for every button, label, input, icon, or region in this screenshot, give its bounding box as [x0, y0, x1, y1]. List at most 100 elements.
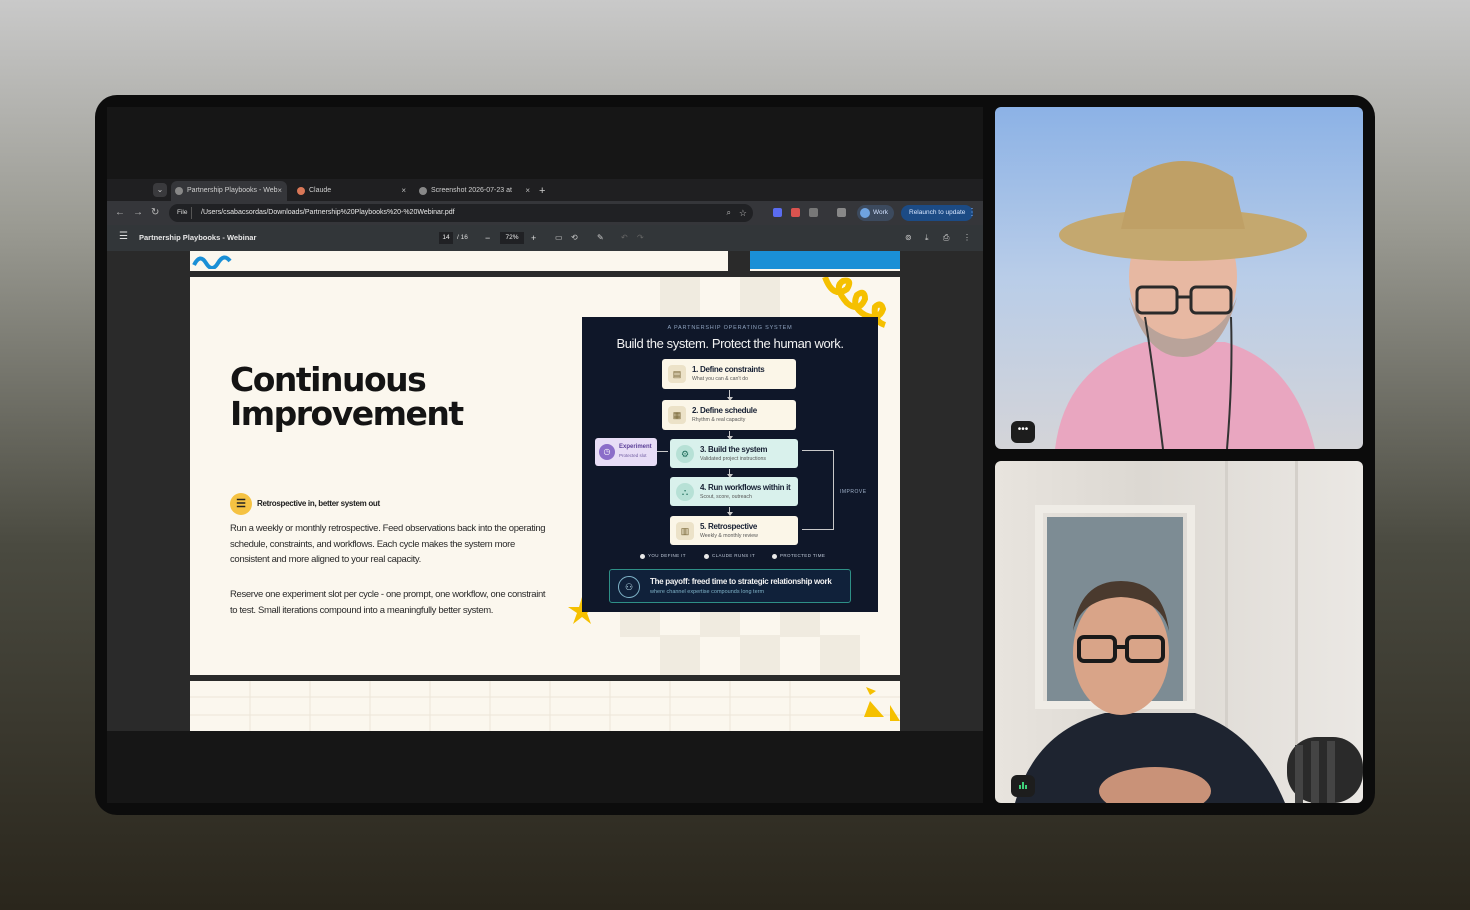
- forward-arrow-icon[interactable]: →: [133, 205, 143, 221]
- flow-arrow: [726, 431, 733, 440]
- participant-1-figure: [1055, 161, 1315, 449]
- redo-icon[interactable]: ↷: [637, 225, 644, 251]
- retrospective-icon: ☰: [230, 493, 252, 515]
- people-icon: ⚇: [618, 576, 640, 598]
- extension-icon[interactable]: [791, 208, 800, 217]
- new-tab-button[interactable]: +: [539, 181, 545, 201]
- more-actions-icon[interactable]: ⋮: [963, 225, 971, 251]
- close-icon[interactable]: ×: [401, 181, 406, 201]
- step-run-workflows: ⛬ 4. Run workflows within it Scout, scor…: [670, 477, 798, 506]
- yellow-triangle-icon: [866, 687, 876, 695]
- zoom-magnifier-icon[interactable]: ⌕: [727, 204, 731, 222]
- heading-line-2: Improvement: [230, 394, 464, 433]
- calendar-icon: ▦: [668, 406, 686, 424]
- previous-page: [190, 251, 900, 271]
- paragraph-2: Reserve one experiment slot per cycle - …: [230, 589, 546, 616]
- annotate-pen-icon[interactable]: ✎: [597, 225, 604, 251]
- browser-tab-strip: ⌄ Partnership Playbooks - Web × Claude ×…: [107, 179, 983, 201]
- step-subtitle: What you can & can't do: [692, 376, 749, 382]
- gear-icon: ⚙: [676, 445, 694, 463]
- step-subtitle: Rhythm & real capacity: [692, 417, 746, 423]
- step-subtitle: Weekly & monthly review: [700, 533, 758, 539]
- clock-icon: ◷: [599, 444, 615, 460]
- experiment-connector: [657, 451, 668, 452]
- close-icon[interactable]: ×: [277, 181, 282, 201]
- tab-claude[interactable]: Claude ×: [293, 181, 411, 201]
- tab-search-dropdown-icon[interactable]: ⌄: [153, 183, 167, 197]
- experiment-subtitle: Protected slot: [619, 453, 647, 458]
- undo-icon[interactable]: ↶: [621, 225, 628, 251]
- workflow-icon: ⛬: [676, 483, 694, 501]
- close-icon[interactable]: ×: [525, 181, 530, 201]
- step-title: 3. Build the system: [700, 445, 768, 454]
- step-define-schedule: ▦ 2. Define schedule Rhythm & real capac…: [662, 400, 796, 430]
- participant-video-1[interactable]: •••: [995, 107, 1363, 449]
- hamburger-menu-icon[interactable]: ☰: [119, 231, 128, 242]
- claude-icon: [297, 187, 305, 195]
- browser-toolbar: ← → ↻ File /Users/csabacsordas/Downloads…: [107, 201, 983, 225]
- bookmark-star-icon[interactable]: ☆: [739, 204, 747, 222]
- tab-groups-icon[interactable]: [837, 208, 846, 217]
- download-icon[interactable]: ⤓: [925, 225, 929, 251]
- step-subtitle: Scout, score, outreach: [700, 494, 752, 500]
- participant-video-2[interactable]: [995, 461, 1363, 803]
- tab-screenshot[interactable]: Screenshot 2026-07-23 at ×: [415, 181, 535, 201]
- fit-page-icon[interactable]: ▭: [555, 225, 563, 251]
- blue-block: [750, 251, 900, 269]
- relaunch-button[interactable]: Relaunch to update: [901, 205, 974, 221]
- microphone-icon: [1287, 737, 1363, 803]
- squiggle-icon: [192, 255, 232, 269]
- step-title: 4. Run workflows within it: [700, 483, 791, 492]
- pdf-page-14: Continuous Improvement ☰ Retrospective i…: [190, 277, 900, 675]
- save-annotations-icon[interactable]: ⊚: [905, 225, 912, 251]
- tab-partnership-playbooks[interactable]: Partnership Playbooks - Web ×: [171, 181, 287, 201]
- page-number-input[interactable]: 14: [439, 232, 453, 244]
- audio-level-icon: [1011, 775, 1035, 797]
- payoff-box: ⚇ The payoff: freed time to strategic re…: [609, 569, 851, 603]
- profile-button[interactable]: Work: [857, 205, 895, 221]
- legend-protected-time: PROTECTED TIME: [772, 551, 825, 561]
- rotate-icon[interactable]: ⟲: [571, 225, 578, 251]
- zoom-out-button[interactable]: −: [485, 225, 490, 251]
- next-page: [190, 681, 900, 731]
- flow-arrow: [726, 507, 733, 516]
- pdf-title: Partnership Playbooks - Webinar: [139, 233, 257, 242]
- paragraph-1: Run a weekly or monthly retrospective. F…: [230, 523, 546, 566]
- improve-loop-line: [802, 450, 834, 530]
- globe-icon: [175, 187, 183, 195]
- section-title: Retrospective in, better system out: [257, 499, 380, 508]
- step-subtitle: Validated project instructions: [700, 456, 766, 462]
- share-letterbox-top: [107, 107, 983, 179]
- yellow-triangle-icon: [864, 701, 884, 717]
- url-text[interactable]: /Users/csabacsordas/Downloads/Partnershi…: [201, 204, 455, 222]
- participant-2-figure: [1015, 461, 1363, 803]
- screen-share: ⌄ Partnership Playbooks - Web × Claude ×…: [107, 107, 983, 803]
- legend-you-define: YOU DEFINE IT: [640, 551, 686, 561]
- legend-claude-runs: CLAUDE RUNS IT: [704, 551, 755, 561]
- extensions-puzzle-icon[interactable]: [809, 208, 818, 217]
- profile-avatar-icon: [860, 208, 870, 218]
- grid-background: [190, 681, 900, 731]
- back-arrow-icon[interactable]: ←: [115, 205, 125, 221]
- globe-icon: [419, 187, 427, 195]
- diagram-kicker: A PARTNERSHIP OPERATING SYSTEM: [667, 325, 793, 331]
- page-gap: [728, 251, 750, 271]
- step-build-system: ⚙ 3. Build the system Validated project …: [670, 439, 798, 468]
- zoom-input[interactable]: 72%: [500, 232, 524, 244]
- file-chip: File: [173, 207, 193, 219]
- bar-chart-icon: ▥: [676, 522, 694, 540]
- step-title: 5. Retrospective: [700, 522, 758, 531]
- operating-system-diagram: A PARTNERSHIP OPERATING SYSTEM Build the…: [582, 317, 878, 612]
- menu-dots-icon[interactable]: ⋮: [967, 205, 977, 221]
- payoff-subtitle: where channel expertise compounds long t…: [650, 589, 765, 595]
- payoff-title: The payoff: freed time to strategic rela…: [650, 577, 832, 586]
- step-title: 2. Define schedule: [692, 406, 757, 415]
- reload-icon[interactable]: ↻: [151, 205, 159, 221]
- print-icon[interactable]: ⎙: [943, 225, 949, 251]
- extension-icon[interactable]: [773, 208, 782, 217]
- address-bar[interactable]: File /Users/csabacsordas/Downloads/Partn…: [169, 204, 753, 222]
- zoom-in-button[interactable]: +: [531, 225, 536, 251]
- more-options-icon[interactable]: •••: [1011, 421, 1035, 443]
- pdf-viewport[interactable]: Continuous Improvement ☰ Retrospective i…: [107, 251, 983, 731]
- experiment-slot: ◷ Experiment Protected slot: [595, 438, 657, 466]
